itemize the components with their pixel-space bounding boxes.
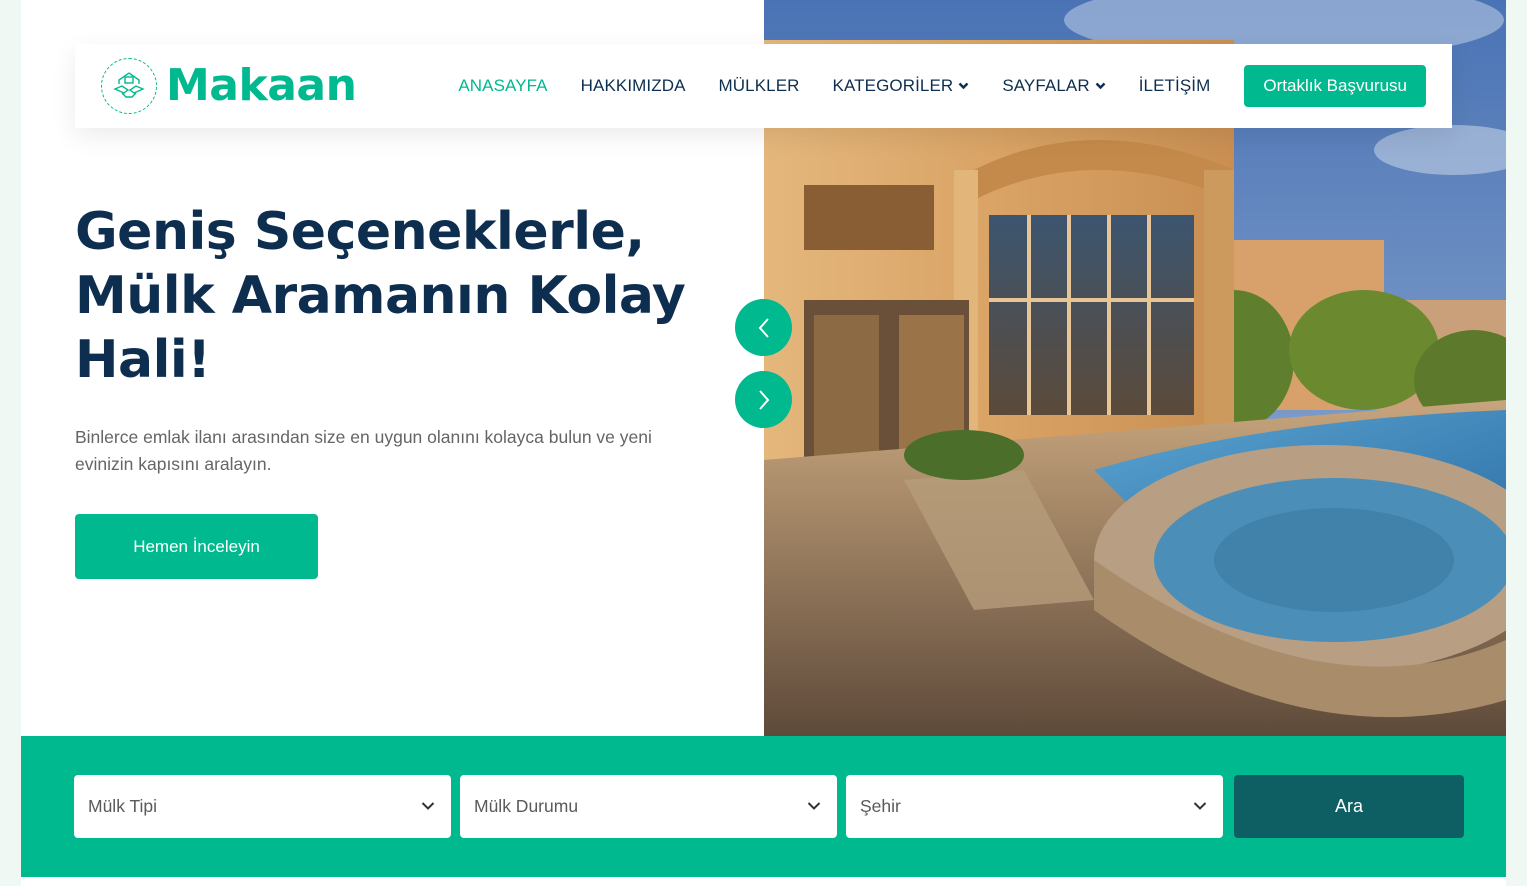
nav-item-home[interactable]: ANASAYFA (458, 76, 547, 96)
chevron-down-icon (958, 82, 969, 90)
handshake-house-icon (101, 58, 157, 114)
property-status-select[interactable]: Mülk Durumu (460, 775, 837, 838)
chevron-down-icon (1193, 802, 1207, 810)
nav-item-about[interactable]: HAKKIMIZDA (581, 76, 686, 96)
chevron-down-icon (807, 802, 821, 810)
chevron-down-icon (1095, 82, 1106, 90)
nav-item-properties[interactable]: MÜLKLER (719, 76, 800, 96)
brand[interactable]: Makaan (101, 58, 357, 114)
select-value: Mülk Tipi (88, 796, 158, 816)
nav-item-label: MÜLKLER (718, 76, 800, 95)
nav-item-label: ANASAYFA (458, 76, 548, 95)
explore-button[interactable]: Hemen İnceleyin (75, 514, 318, 579)
hero-title-line: Hali! (75, 330, 211, 390)
hero-title-line: Mülk Aramanın Kolay (75, 266, 686, 326)
chevron-right-icon (758, 389, 769, 410)
navbar: Makaan ANASAYFA HAKKIMIZDA MÜLKLER KATEG… (75, 44, 1452, 128)
chevron-left-icon (758, 317, 769, 338)
nav-item-contact[interactable]: İLETİŞİM (1139, 76, 1211, 96)
partnership-button[interactable]: Ortaklık Başvurusu (1244, 65, 1426, 107)
nav-item-label: KATEGORİLER (832, 76, 954, 95)
nav-item-categories[interactable]: KATEGORİLER (833, 76, 970, 96)
nav-item-label: İLETİŞİM (1138, 76, 1211, 95)
page: Makaan ANASAYFA HAKKIMIZDA MÜLKLER KATEG… (21, 0, 1506, 886)
hero-title-line: Geniş Seçeneklerle, (75, 202, 645, 262)
city-select[interactable]: Şehir (846, 775, 1223, 838)
nav-item-label: HAKKIMIZDA (580, 76, 686, 95)
search-button[interactable]: Ara (1234, 775, 1464, 838)
main-nav: ANASAYFA HAKKIMIZDA MÜLKLER KATEGORİLER … (458, 65, 1426, 107)
nav-item-pages[interactable]: SAYFALAR (1002, 76, 1106, 96)
search-bar: Mülk Tipi Mülk Durumu Şehir Ara (21, 736, 1506, 877)
hero-description: Binlerce emlak ilanı arasından size en u… (75, 427, 652, 474)
hero-title: Geniş Seçeneklerle, Mülk Aramanın Kolay … (75, 200, 715, 392)
brand-name: Makaan (166, 60, 357, 111)
carousel-next-button[interactable] (735, 371, 792, 428)
nav-item-label: SAYFALAR (1002, 76, 1090, 95)
chevron-down-icon (421, 802, 435, 810)
select-value: Mülk Durumu (474, 796, 579, 816)
select-value: Şehir (860, 796, 901, 816)
property-type-select[interactable]: Mülk Tipi (74, 775, 451, 838)
carousel-prev-button[interactable] (735, 299, 792, 356)
